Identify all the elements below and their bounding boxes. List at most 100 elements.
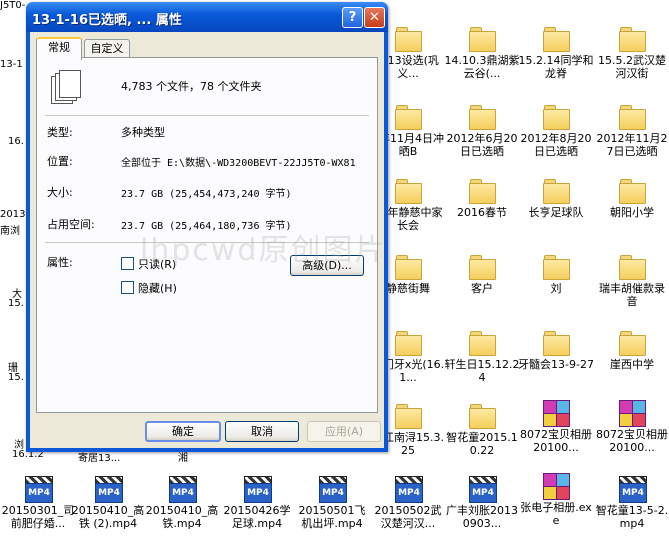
mp4-video-icon: MP4 xyxy=(24,476,53,503)
video-item[interactable]: MP4 20150410_高铁.mp4 xyxy=(144,476,220,548)
folder-icon xyxy=(394,26,422,52)
file-label: 20150502武汉楚河汉... xyxy=(374,504,442,530)
close-icon: ✕ xyxy=(369,10,380,25)
attributes-label: 属性: xyxy=(47,256,73,269)
folder-item[interactable]: 2012年11月27日已选晒 xyxy=(594,104,669,176)
watermark: lhpcwd原创图片 xyxy=(140,233,387,268)
location-label: 位置: xyxy=(47,155,73,168)
folder-icon xyxy=(542,330,570,356)
file-label: 14.10.3鼎湖紫云谷(... xyxy=(444,54,520,80)
left-stub: 13-1 xyxy=(0,59,23,70)
folder-item[interactable]: 2012年8月20日已选晒 xyxy=(518,104,594,176)
folder-icon xyxy=(468,403,496,429)
folder-item[interactable]: 2016春节 xyxy=(444,178,520,250)
cancel-button[interactable]: 取消 xyxy=(225,421,299,442)
folder-item[interactable]: 刘 xyxy=(518,254,594,326)
folder-icon xyxy=(542,26,570,52)
photo-album-app-icon xyxy=(542,400,570,427)
file-label: 客户 xyxy=(471,282,493,295)
help-button[interactable]: ? xyxy=(342,7,363,28)
file-label: 20150426学足球.mp4 xyxy=(223,504,291,530)
folder-item[interactable]: 14.10.3鼎湖紫云谷(... xyxy=(444,26,520,98)
folder-icon xyxy=(468,330,496,356)
folder-item[interactable]: 崖西中学 xyxy=(594,330,669,402)
video-item[interactable]: MP4 20150501飞机出坪.mp4 xyxy=(294,476,370,548)
folder-item[interactable]: 2012年6月20日已选晒 xyxy=(444,104,520,176)
file-label: 轩生日15.12.24 xyxy=(444,358,520,384)
file-label: 朝阳小学 xyxy=(610,206,654,219)
type-value: 多种类型 xyxy=(121,126,165,139)
video-item[interactable]: MP4 20150301_司前肥仔婚... xyxy=(0,476,76,548)
folder-item[interactable]: 长亨足球队 xyxy=(518,178,594,250)
left-stub: 16. xyxy=(8,136,24,147)
folder-icon xyxy=(468,254,496,280)
tab-general[interactable]: 常规 xyxy=(36,37,82,60)
hidden-checkbox[interactable]: 隐藏(H) xyxy=(121,280,177,296)
video-item[interactable]: MP4 智花童13-5-2.mp4 xyxy=(594,476,669,548)
folder-icon xyxy=(394,254,422,280)
video-item[interactable]: MP4 20150410_高铁 (2).mp4 xyxy=(70,476,146,548)
type-label: 类型: xyxy=(47,126,73,139)
file-label: 智花童13-5-2.mp4 xyxy=(595,504,669,530)
folder-icon xyxy=(542,254,570,280)
video-item[interactable]: MP4 20150426学足球.mp4 xyxy=(219,476,295,548)
mp4-video-icon: MP4 xyxy=(243,476,272,503)
folder-icon xyxy=(618,178,646,204)
exe-item[interactable]: 8072宝贝相册20100... xyxy=(518,400,594,472)
folder-item[interactable]: 瑞丰胡催款录音 xyxy=(594,254,669,326)
left-stub: 15. xyxy=(8,298,24,309)
folder-item[interactable]: 15.2.14同学和龙脊 xyxy=(518,26,594,98)
help-icon: ? xyxy=(348,10,357,25)
mp4-video-icon: MP4 xyxy=(318,476,347,503)
file-label: 8072宝贝相册20100... xyxy=(596,428,668,454)
selection-summary: 4,783 个文件，78 个文件夹 xyxy=(121,80,262,93)
photo-album-app-icon xyxy=(618,400,646,427)
file-label: 15.2.14同学和龙脊 xyxy=(518,54,594,80)
size-value: 23.7 GB (25,454,473,240 字节) xyxy=(121,189,292,200)
mp4-video-icon: MP4 xyxy=(168,476,197,503)
left-stub: 南浏 xyxy=(0,226,20,237)
tab-custom[interactable]: 自定义 xyxy=(84,39,130,58)
disk-usage-label: 占用空间: xyxy=(47,218,95,231)
folder-icon xyxy=(618,26,646,52)
folder-icon xyxy=(542,104,570,130)
dialog-titlebar[interactable]: 13-1-16已选晒, ... 属性 ? ✕ xyxy=(26,2,388,32)
folder-item[interactable]: 牙髓会13-9-27 xyxy=(518,330,594,402)
video-item[interactable]: MP4 20150502武汉楚河汉... xyxy=(370,476,446,548)
file-label: 20150501飞机出坪.mp4 xyxy=(298,504,366,530)
checkbox-box[interactable] xyxy=(121,281,134,294)
folder-item[interactable]: 客户 xyxy=(444,254,520,326)
folder-icon xyxy=(542,178,570,204)
file-label: 8072宝贝相册20100... xyxy=(520,428,592,454)
folder-item[interactable]: 智花童2015.10.22 xyxy=(444,403,520,475)
video-item[interactable]: MP4 广丰刘胀20130903... xyxy=(444,476,520,548)
close-button[interactable]: ✕ xyxy=(364,7,385,28)
exe-item[interactable]: 张电子相册.exe xyxy=(518,473,594,545)
exe-item[interactable]: 8072宝贝相册20100... xyxy=(594,400,669,472)
folder-item[interactable]: 朝阳小学 xyxy=(594,178,669,250)
file-label: 牙髓会13-9-27 xyxy=(518,358,594,371)
hidden-label: 隐藏(H) xyxy=(138,282,177,295)
mp4-video-icon: MP4 xyxy=(94,476,123,503)
file-label: 长亨足球队 xyxy=(528,206,584,219)
mp4-video-icon: MP4 xyxy=(394,476,423,503)
folder-item[interactable]: 15.5.2武汉楚河汉街 xyxy=(594,26,669,98)
folder-item[interactable]: 轩生日15.12.24 xyxy=(444,330,520,402)
file-label: 20150410_高铁.mp4 xyxy=(145,504,219,530)
apply-button[interactable]: 应用(A) xyxy=(307,421,381,442)
file-label: 15.5.2武汉楚河汉街 xyxy=(598,54,666,80)
file-label: 刘 xyxy=(550,282,562,295)
multiple-files-icon xyxy=(51,70,83,104)
left-stub: 2013 xyxy=(0,209,26,220)
checkbox-box[interactable] xyxy=(121,257,134,270)
ok-button[interactable]: 确定 xyxy=(145,421,221,442)
size-label: 大小: xyxy=(47,186,73,199)
file-label: 瑞丰胡催款录音 xyxy=(599,282,665,308)
folder-icon xyxy=(394,403,422,429)
folder-icon xyxy=(618,254,646,280)
left-stub: J5T0- xyxy=(0,0,26,11)
file-label: 2012年6月20日已选晒 xyxy=(446,132,518,158)
file-label: 张电子相册.exe xyxy=(520,501,592,527)
folder-icon xyxy=(394,178,422,204)
folder-icon xyxy=(468,178,496,204)
